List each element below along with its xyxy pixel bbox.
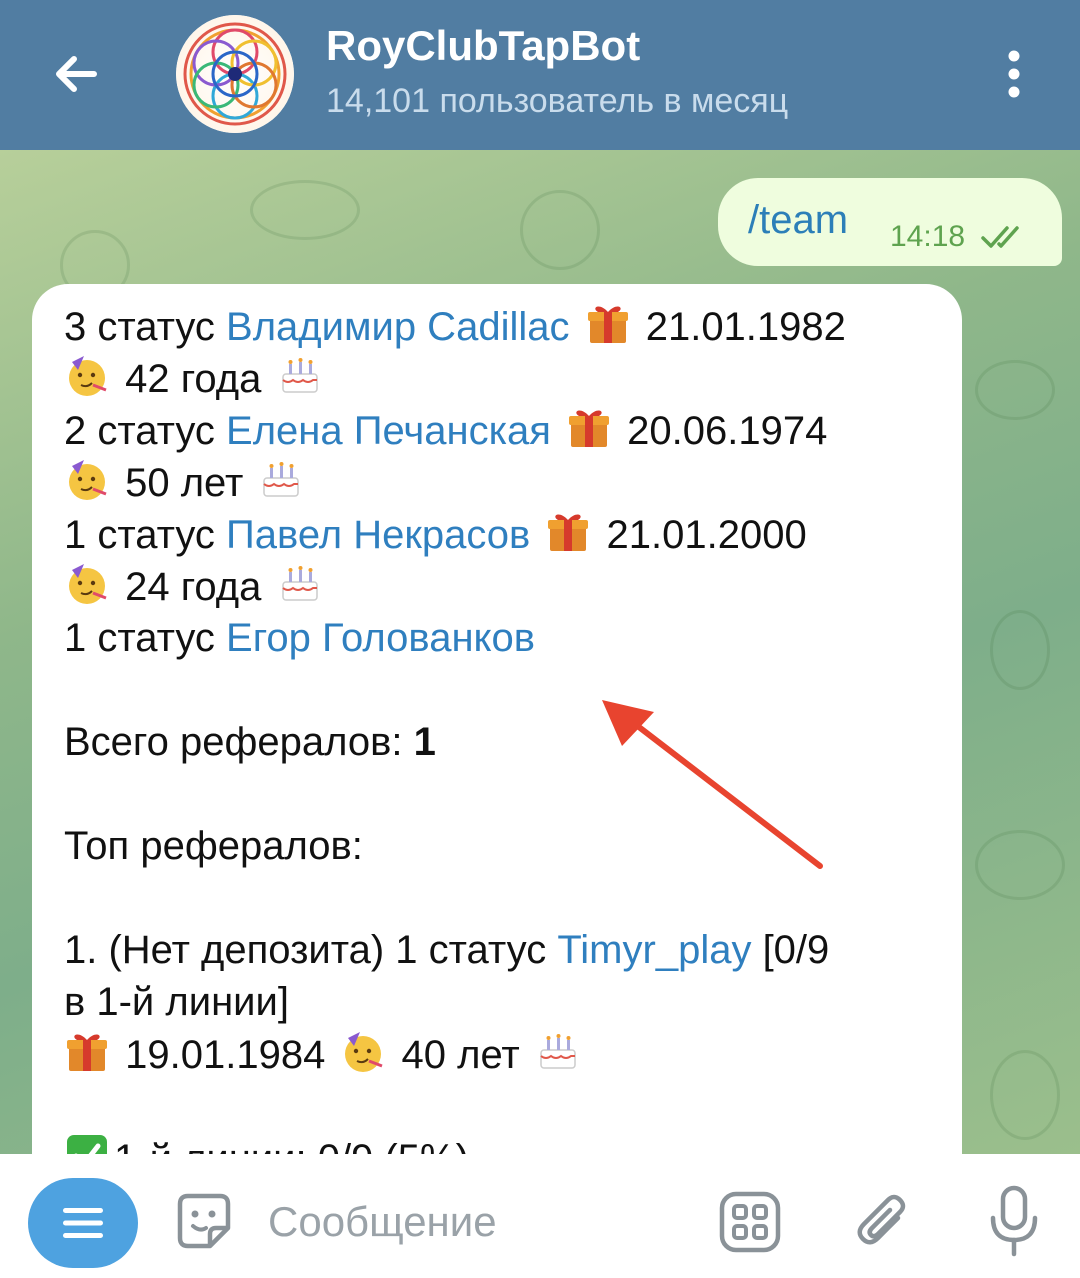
birth-date: 20.06.1974 <box>616 409 828 453</box>
chat-header: RoyClubTapBot 14,101 пользователь в меся… <box>0 0 1080 150</box>
partying-face-icon <box>69 356 107 396</box>
team-member-line: 1 статус Егор Голованков <box>64 612 944 664</box>
check-box-icon <box>67 1135 107 1154</box>
message-composer <box>0 1154 1080 1278</box>
top-referral-item: 1. (Нет депозита) 1 статус Timyr_play [0… <box>64 924 944 976</box>
total-label: Всего рефералов: <box>64 720 414 764</box>
wallpaper-doodle <box>990 610 1050 690</box>
message-input[interactable] <box>268 1192 688 1252</box>
cutoff-line: 1-й линии: 0/9 (5%) <box>64 1132 944 1154</box>
annotation-arrow <box>602 700 823 869</box>
status-text: 1 статус <box>64 513 227 557</box>
more-vertical-icon <box>1008 50 1020 98</box>
incoming-message[interactable]: 3 статус Владимир Cadillac 21.01.1982 42… <box>32 284 962 1154</box>
status-text: 1 статус <box>64 616 227 660</box>
top-referral-prefix: 1. (Нет депозита) 1 статус <box>64 928 558 972</box>
age-line: 24 года <box>64 560 944 612</box>
chat-title[interactable]: RoyClubTapBot <box>326 22 640 70</box>
age-text: 24 года <box>114 565 273 609</box>
birth-date: 19.01.1984 <box>114 1033 337 1077</box>
gift-icon <box>548 514 589 551</box>
bot-avatar[interactable] <box>176 15 294 133</box>
partying-face-icon <box>69 564 107 604</box>
chat-area[interactable]: /team 14:18 3 статус Владимир Cadillac 2… <box>0 150 1080 1154</box>
wallpaper-doodle <box>250 180 360 240</box>
chat-subtitle: 14,101 пользователь в месяц <box>326 82 789 120</box>
age-line: 42 года <box>64 352 944 404</box>
birthday-cake-icon <box>540 1034 576 1069</box>
wallpaper-doodle <box>975 830 1065 900</box>
arrow-left-icon <box>56 56 97 92</box>
top-referral-line3: 19.01.1984 40 лет <box>64 1028 944 1080</box>
wallpaper-doodle <box>520 190 600 270</box>
bot-menu-button[interactable] <box>28 1178 138 1268</box>
team-member-line: 3 статус Владимир Cadillac 21.01.1982 <box>64 300 944 352</box>
age-text: 40 лет <box>390 1033 531 1077</box>
back-button[interactable] <box>40 38 112 110</box>
total-value: 1 <box>413 720 436 764</box>
status-text: 3 статус <box>64 305 227 349</box>
team-member-line: 1 статус Павел Некрасов 21.01.2000 <box>64 508 944 560</box>
age-text: 50 лет <box>114 461 255 505</box>
sticker-icon[interactable] <box>172 1190 236 1254</box>
birthday-cake-icon <box>281 566 318 601</box>
member-link[interactable]: Владимир Cadillac <box>226 305 569 349</box>
age-line: 50 лет <box>64 456 944 508</box>
apps-grid-icon[interactable] <box>718 1190 782 1254</box>
double-check-icon <box>981 226 1019 248</box>
outgoing-message-text[interactable]: /team <box>748 198 848 243</box>
top-referral-suffix: [0/9 <box>751 928 830 972</box>
member-link[interactable]: Елена Печанская <box>226 409 551 453</box>
top-referral-line2: в 1-й линии] <box>64 980 289 1024</box>
gift-icon <box>587 306 628 343</box>
birth-date: 21.01.1982 <box>634 305 846 349</box>
referral-link[interactable]: Timyr_play <box>557 928 751 972</box>
status-text: 2 статус <box>64 409 227 453</box>
member-link[interactable]: Павел Некрасов <box>226 513 530 557</box>
wallpaper-doodle <box>990 1050 1060 1140</box>
team-member-line: 2 статус Елена Печанская 20.06.1974 <box>64 404 944 456</box>
outgoing-message[interactable]: /team 14:18 <box>718 178 1062 266</box>
microphone-icon[interactable] <box>984 1184 1044 1258</box>
message-time: 14:18 <box>890 220 966 253</box>
partying-face-icon <box>69 460 107 500</box>
hamburger-icon <box>63 1208 103 1238</box>
more-options-button[interactable] <box>990 48 1038 100</box>
birthday-cake-icon <box>281 358 318 393</box>
flower-of-life-logo <box>176 15 294 133</box>
birth-date: 21.01.2000 <box>595 513 807 557</box>
birthday-cake-icon <box>263 462 300 497</box>
member-link[interactable]: Егор Голованков <box>226 616 535 660</box>
gift-icon <box>569 410 609 447</box>
wallpaper-doodle <box>975 360 1055 420</box>
cutoff-text: 1-й линии: 0/9 (5%) <box>114 1137 469 1154</box>
partying-face-icon <box>345 1032 383 1072</box>
age-text: 42 года <box>114 357 273 401</box>
gift-icon <box>67 1034 107 1071</box>
paperclip-icon[interactable] <box>852 1188 916 1256</box>
